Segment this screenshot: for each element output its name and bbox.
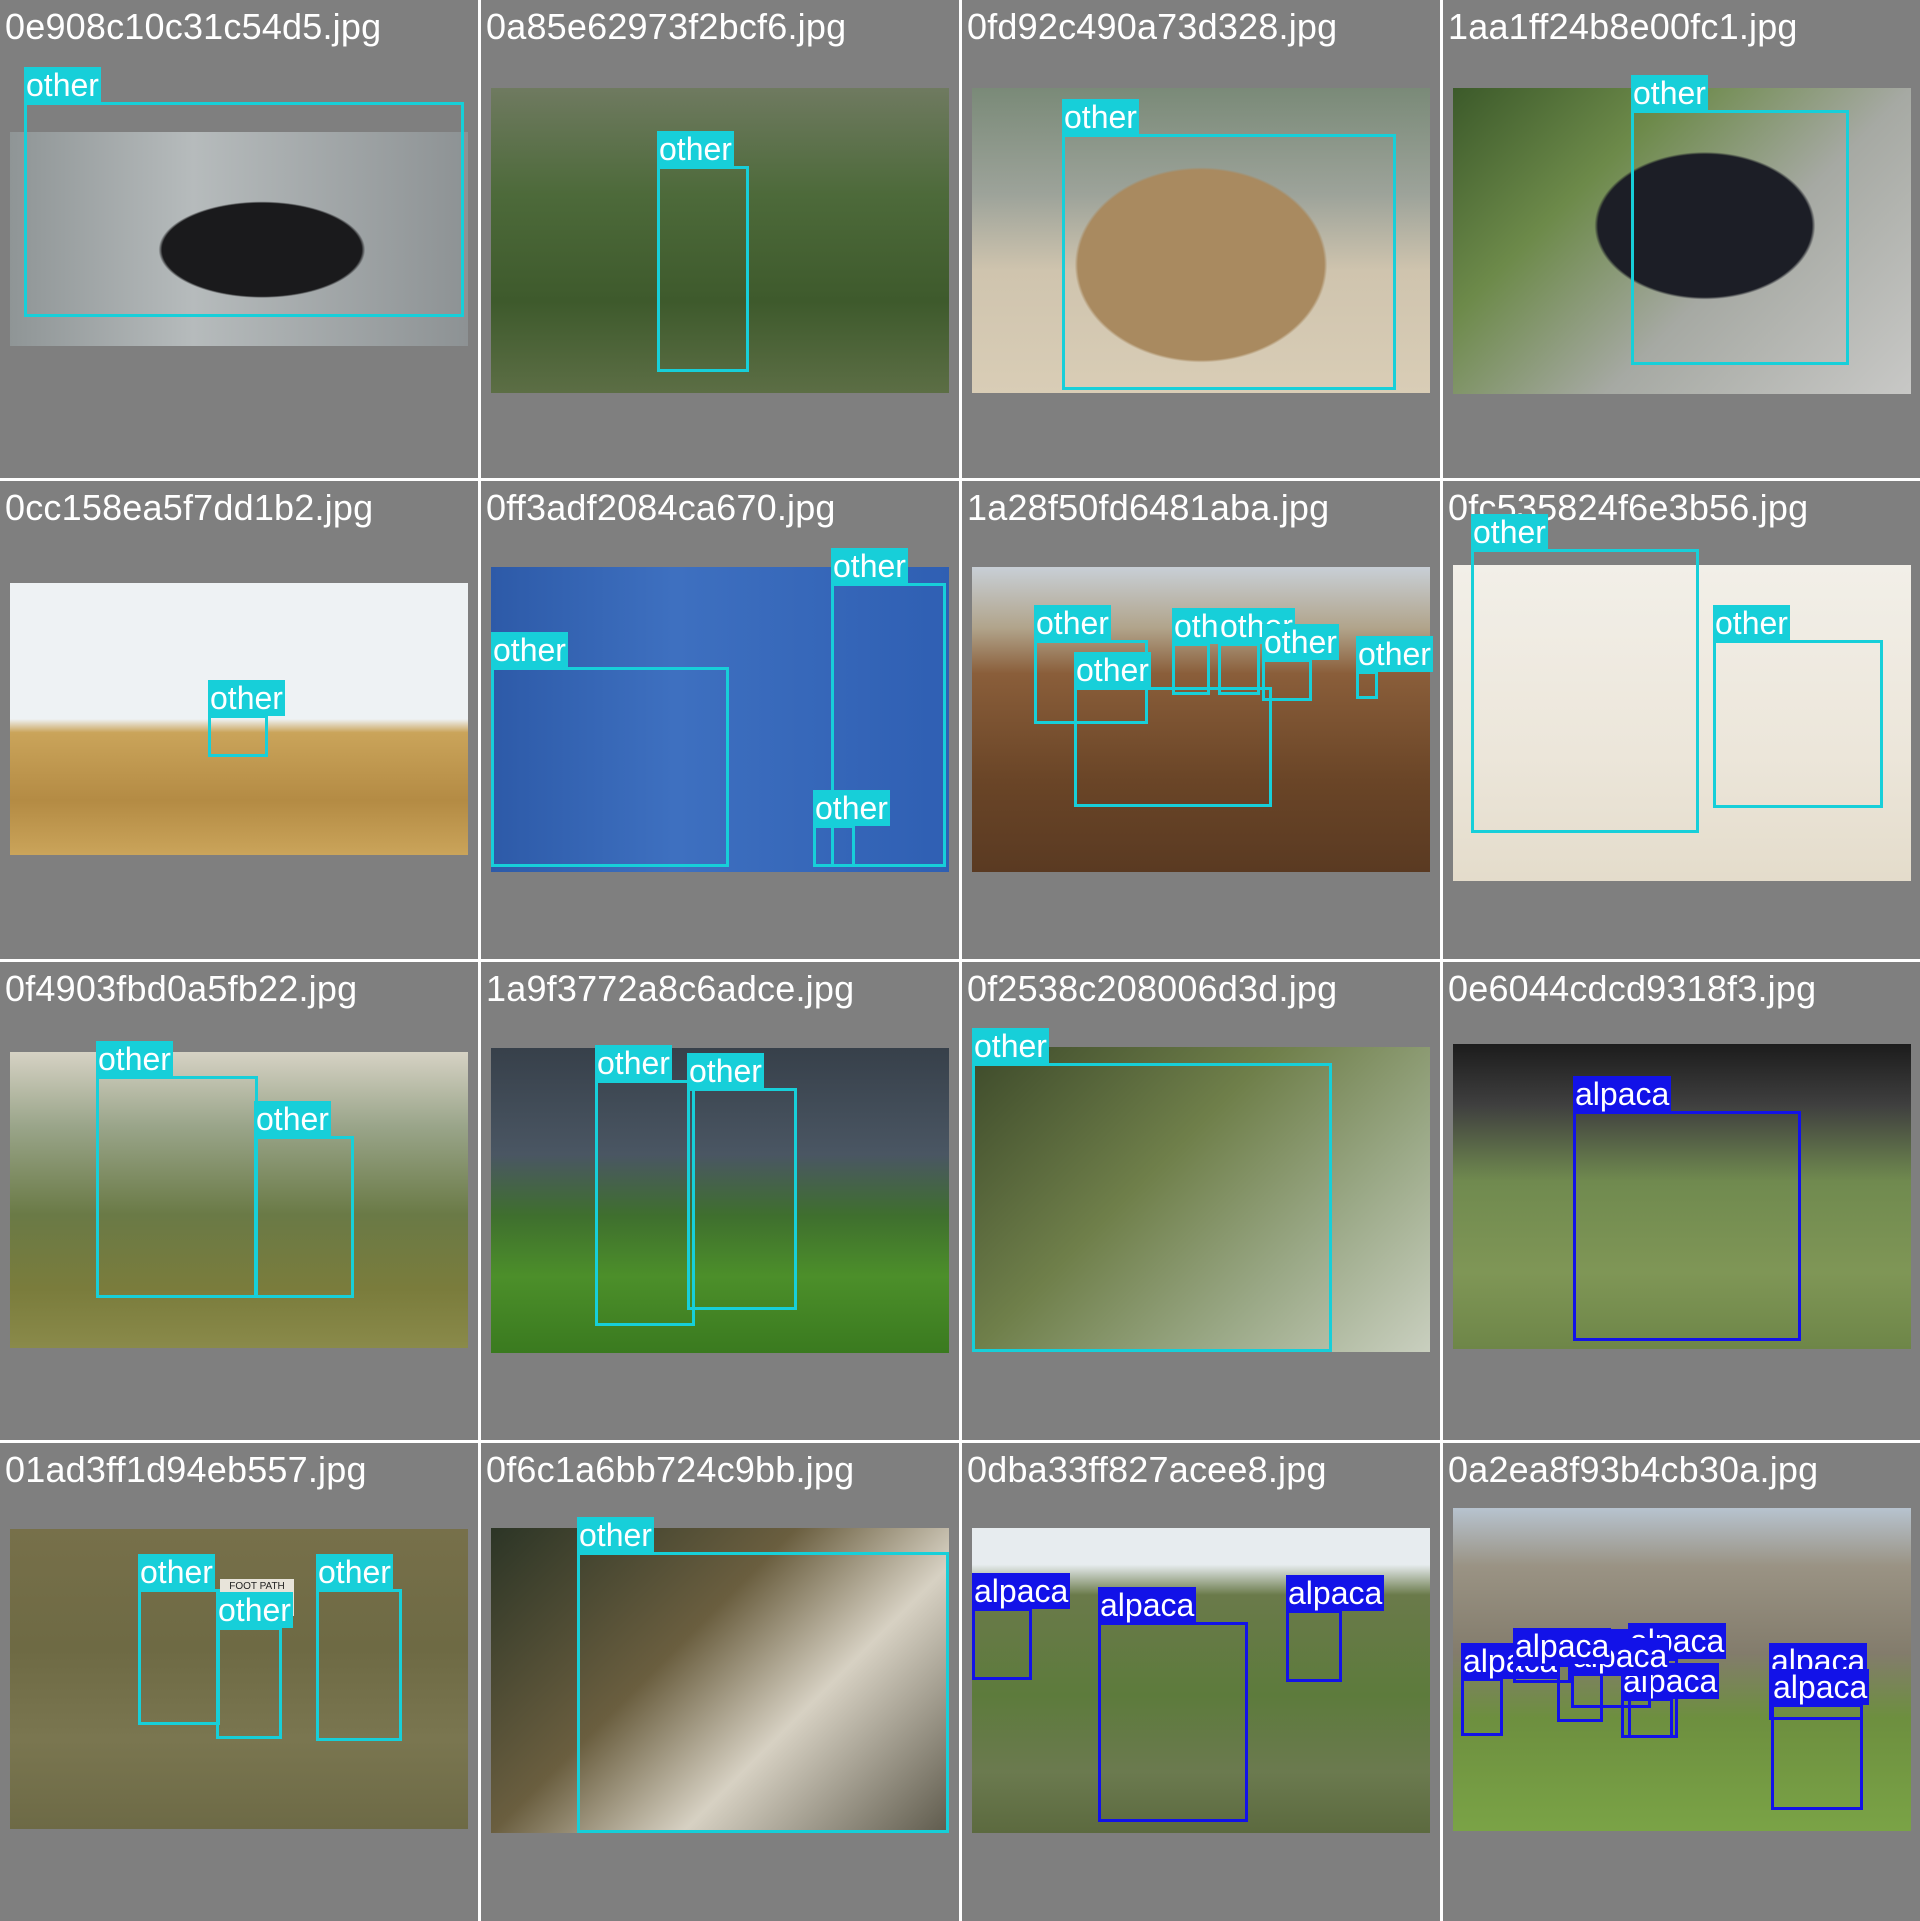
image-tile[interactable]: 0a2ea8f93b4cb30a.jpg alpaca alpaca alpaca al… [1443, 1443, 1920, 1921]
image-tile[interactable]: 0fd92c490a73d328.jpg other [962, 0, 1440, 478]
tile-filename: 1aa1ff24b8e00fc1.jpg [1448, 6, 1798, 47]
detection-label: other [657, 131, 734, 167]
other-bounding-box [96, 1076, 258, 1298]
alpaca-bounding-box [972, 1608, 1032, 1680]
other-bounding-box [687, 1088, 797, 1310]
other-bounding-box [138, 1589, 220, 1725]
tile-filename: 1a9f3772a8c6adce.jpg [486, 968, 855, 1009]
detection-label: other [138, 1554, 215, 1590]
tile-filename: 01ad3ff1d94eb557.jpg [5, 1449, 367, 1490]
detection-label: other [831, 548, 908, 584]
tile-filename: 1a28f50fd6481aba.jpg [967, 487, 1330, 528]
image-tile[interactable]: 1aa1ff24b8e00fc1.jpg other [1443, 0, 1920, 478]
detection-label: alpaca [1771, 1669, 1870, 1705]
image-tile[interactable]: 0ff3adf2084ca670.jpg other other other [481, 481, 959, 959]
tile-filename: 0f4903fbd0a5fb22.jpg [5, 968, 358, 1009]
image-tile[interactable]: 0cc158ea5f7dd1b2.jpg other [0, 481, 478, 959]
detection-label: alpaca [1513, 1628, 1612, 1664]
tile-filename: 0f2538c208006d3d.jpg [967, 968, 1338, 1009]
tile-filename: 0ff3adf2084ca670.jpg [486, 487, 836, 528]
alpaca-bounding-box [1461, 1678, 1503, 1736]
image-tile[interactable]: 0fc535824f6e3b56.jpg other other [1443, 481, 1920, 959]
tile-filename: 0a2ea8f93b4cb30a.jpg [1448, 1449, 1819, 1490]
alpaca-bounding-box [1571, 1673, 1651, 1708]
detection-label: alpaca [972, 1573, 1071, 1609]
other-bounding-box [1631, 110, 1849, 365]
detection-label: other [491, 632, 568, 668]
tile-filename: 0e6044cdcd9318f3.jpg [1448, 968, 1817, 1009]
detection-label: other [1034, 605, 1111, 641]
image-tile[interactable]: 0e908c10c31c54d5.jpg other [0, 0, 478, 478]
tile-filename: 0f6c1a6bb724c9bb.jpg [486, 1449, 855, 1490]
image-tile[interactable]: 0e6044cdcd9318f3.jpg alpaca [1443, 962, 1920, 1440]
other-bounding-box [491, 667, 729, 867]
tile-filename: 0e908c10c31c54d5.jpg [5, 6, 382, 47]
other-bounding-box [595, 1080, 695, 1326]
image-tile[interactable]: 0a85e62973f2bcf6.jpg other [481, 0, 959, 478]
alpaca-bounding-box [1286, 1610, 1342, 1682]
other-bounding-box [208, 715, 268, 757]
tile-filename: 0cc158ea5f7dd1b2.jpg [5, 487, 374, 528]
alpaca-bounding-box [1573, 1111, 1801, 1341]
other-bounding-box [972, 1063, 1332, 1352]
other-bounding-box [24, 102, 464, 317]
detection-label: other [687, 1053, 764, 1089]
tile-filename: 0fd92c490a73d328.jpg [967, 6, 1338, 47]
alpaca-bounding-box [1771, 1704, 1863, 1810]
detection-label: other [316, 1554, 393, 1590]
other-bounding-box [216, 1627, 282, 1739]
detection-label: other [595, 1045, 672, 1081]
detection-label: other [1262, 624, 1339, 660]
other-bounding-box [1471, 549, 1699, 833]
alpaca-bounding-box [1098, 1622, 1248, 1822]
detection-label: alpaca [1098, 1587, 1197, 1623]
other-bounding-box [254, 1136, 354, 1298]
other-bounding-box [1218, 643, 1260, 695]
image-tile[interactable]: 0dba33ff827acee8.jpg alpaca alpaca alpaca [962, 1443, 1440, 1921]
detection-label: other [1631, 75, 1708, 111]
image-tile[interactable]: 01ad3ff1d94eb557.jpgFOOT PATH SHEEP! on … [0, 1443, 478, 1921]
detection-label: other [1074, 652, 1151, 688]
image-tile[interactable]: 1a9f3772a8c6adce.jpg other other [481, 962, 959, 1440]
other-bounding-box [1356, 671, 1378, 699]
other-bounding-box [1172, 643, 1210, 695]
other-bounding-box [316, 1589, 402, 1741]
detection-label: other [208, 680, 285, 716]
detection-label: other [813, 790, 890, 826]
alpaca-bounding-box [1513, 1663, 1571, 1683]
detection-label: alpaca [1286, 1575, 1385, 1611]
detection-label: other [577, 1517, 654, 1553]
other-bounding-box [657, 166, 749, 372]
detection-label: other [1062, 99, 1139, 135]
detection-label: other [1713, 605, 1790, 641]
detection-label: alpaca [1573, 1076, 1672, 1112]
tile-filename: 0dba33ff827acee8.jpg [967, 1449, 1327, 1490]
detection-label: other [24, 67, 101, 103]
other-bounding-box [1062, 134, 1396, 390]
other-bounding-box [577, 1552, 949, 1833]
other-bounding-box [1262, 659, 1312, 701]
tile-filename: 0a85e62973f2bcf6.jpg [486, 6, 847, 47]
other-bounding-box [1074, 687, 1272, 807]
other-bounding-box [1713, 640, 1883, 808]
image-tile[interactable]: 0f4903fbd0a5fb22.jpg other other [0, 962, 478, 1440]
detection-label: other [96, 1041, 173, 1077]
prediction-grid: 0e908c10c31c54d5.jpg other 0a85e62973f2bcf… [0, 0, 1920, 1921]
detection-label: other [216, 1592, 293, 1628]
other-bounding-box [813, 825, 855, 867]
image-tile[interactable]: 1a28f50fd6481aba.jpg other other other other… [962, 481, 1440, 959]
detection-label: other [1471, 514, 1548, 550]
image-tile[interactable]: 0f2538c208006d3d.jpg other [962, 962, 1440, 1440]
detection-label: other [254, 1101, 331, 1137]
detection-label: other [1356, 636, 1433, 672]
image-tile[interactable]: 0f6c1a6bb724c9bb.jpg other [481, 1443, 959, 1921]
detection-label: other [972, 1028, 1049, 1064]
